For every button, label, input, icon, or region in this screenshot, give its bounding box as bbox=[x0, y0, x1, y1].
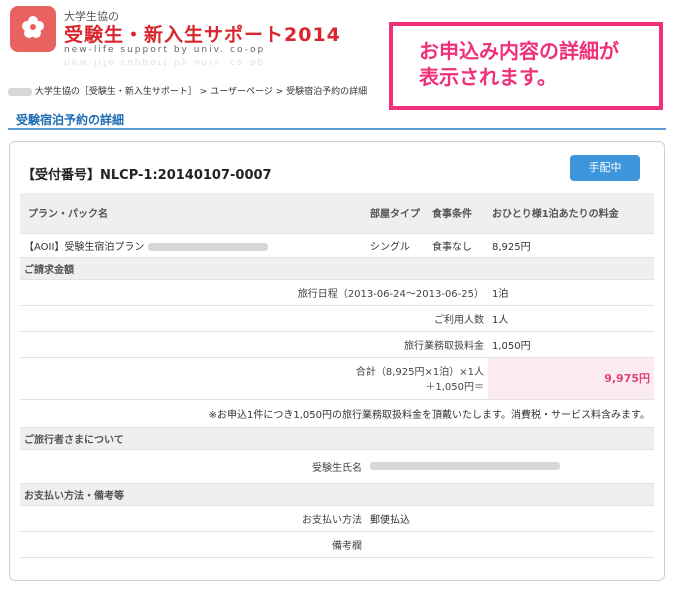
coop-logo[interactable] bbox=[10, 6, 56, 52]
title-divider bbox=[8, 128, 666, 130]
blurred-text bbox=[147, 242, 268, 251]
brand-main-title[interactable]: 受験生・新入生サポート2014 bbox=[64, 20, 341, 47]
breadcrumb-separator: > bbox=[275, 87, 284, 97]
billing-total-label-line-2: ＋1,050円＝ bbox=[425, 382, 484, 393]
callout-text: お申込み内容の詳細が 表示されます。 bbox=[419, 38, 649, 90]
brand-subtitle-reflection: new-life support by univ. co-op bbox=[64, 57, 266, 67]
traveler-section-title: ご旅行者さまについて bbox=[20, 427, 654, 450]
payment-notes-value bbox=[366, 531, 654, 558]
brand-subtitle: new-life support by univ. co-op bbox=[64, 45, 266, 55]
billing-row-value: 1,050円 bbox=[488, 331, 654, 358]
traveler-name-row: 受験生氏名 bbox=[20, 449, 654, 484]
billing-row-label: 旅行日程（2013-06-24〜2013-06-25） bbox=[20, 279, 488, 306]
billing-row-value: 1人 bbox=[488, 305, 654, 332]
plan-name-cell: 【AOII】受験生宿泊プラン bbox=[20, 233, 366, 258]
room-type-cell: シングル bbox=[366, 233, 428, 258]
breadcrumb-item-current: 受験宿泊予約の詳細 bbox=[286, 87, 368, 97]
billing-total-label-line-1: 合計（8,925円×1泊）×1人 bbox=[355, 367, 484, 378]
billing-total-value: 9,975円 bbox=[488, 357, 654, 400]
meal-cell: 食事なし bbox=[428, 233, 488, 258]
billing-section-title: ご請求金額 bbox=[20, 257, 654, 280]
price-cell: 8,925円 bbox=[488, 233, 654, 258]
flower-logo-icon bbox=[22, 16, 44, 38]
payment-method-row: お支払い方法 郵便払込 bbox=[20, 505, 654, 532]
billing-note: ※お申込1件につき1,050円の旅行業務取扱料金を頂戴いたします。消費税・サービ… bbox=[20, 399, 654, 428]
billing-note-row: ※お申込1件につき1,050円の旅行業務取扱料金を頂戴いたします。消費税・サービ… bbox=[20, 399, 654, 428]
payment-method-label: お支払い方法 bbox=[20, 505, 366, 532]
plan-table-header-row: プラン・パック名 部屋タイプ 食事条件 おひとり様1泊あたりの料金 bbox=[20, 193, 654, 234]
billing-row-label: 旅行業務取扱料金 bbox=[20, 331, 488, 358]
breadcrumb-separator: > bbox=[199, 87, 208, 97]
payment-notes-row: 備考欄 bbox=[20, 531, 654, 558]
payment-section-title: お支払い方法・備考等 bbox=[20, 483, 654, 506]
breadcrumb-item-home[interactable]: 大学生協の［受験生・新入生サポート］ bbox=[35, 87, 197, 97]
traveler-name-label: 受験生氏名 bbox=[20, 449, 366, 484]
page-title: 受験宿泊予約の詳細 bbox=[16, 113, 125, 127]
payment-notes-label: 備考欄 bbox=[20, 531, 366, 558]
reservation-number: 【受付番号】NLCP-1:20140107-0007 bbox=[22, 168, 272, 183]
reservation-details-table: プラン・パック名 部屋タイプ 食事条件 おひとり様1泊あたりの料金 【AOII】… bbox=[20, 193, 654, 558]
breadcrumb: 大学生協の［受験生・新入生サポート］ > ユーザーページ > 受験宿泊予約の詳細 bbox=[8, 84, 367, 97]
blurred-text bbox=[370, 461, 560, 470]
breadcrumb-item-user-page[interactable]: ユーザーページ bbox=[210, 87, 273, 97]
billing-row-value: 1泊 bbox=[488, 279, 654, 306]
plan-row: 【AOII】受験生宿泊プラン シングル 食事なし 8,925円 bbox=[20, 233, 654, 258]
billing-row: 旅行業務取扱料金 1,050円 bbox=[20, 331, 654, 358]
payment-section-header: お支払い方法・備考等 bbox=[20, 483, 654, 506]
blurred-text bbox=[8, 87, 32, 96]
callout-line-1: お申込み内容の詳細が bbox=[419, 39, 619, 63]
callout-line-2: 表示されます。 bbox=[419, 65, 557, 89]
room-type-header: 部屋タイプ bbox=[366, 193, 428, 234]
annotation-callout: お申込み内容の詳細が 表示されます。 bbox=[389, 22, 663, 110]
traveler-section-header: ご旅行者さまについて bbox=[20, 427, 654, 450]
billing-section-header: ご請求金額 bbox=[20, 257, 654, 280]
billing-total-label: 合計（8,925円×1泊）×1人 ＋1,050円＝ bbox=[20, 357, 488, 400]
meal-header: 食事条件 bbox=[428, 193, 488, 234]
billing-row: 旅行日程（2013-06-24〜2013-06-25） 1泊 bbox=[20, 279, 654, 306]
billing-total-row: 合計（8,925円×1泊）×1人 ＋1,050円＝ 9,975円 bbox=[20, 357, 654, 400]
traveler-name-value bbox=[366, 449, 654, 484]
billing-row-label: ご利用人数 bbox=[20, 305, 488, 332]
plan-name-header: プラン・パック名 bbox=[20, 193, 366, 234]
billing-row: ご利用人数 1人 bbox=[20, 305, 654, 332]
price-per-night-header: おひとり様1泊あたりの料金 bbox=[488, 193, 654, 234]
status-badge[interactable]: 手配中 bbox=[570, 155, 640, 181]
payment-method-value: 郵便払込 bbox=[366, 505, 654, 532]
plan-name: 【AOII】受験生宿泊プラン bbox=[24, 241, 145, 253]
